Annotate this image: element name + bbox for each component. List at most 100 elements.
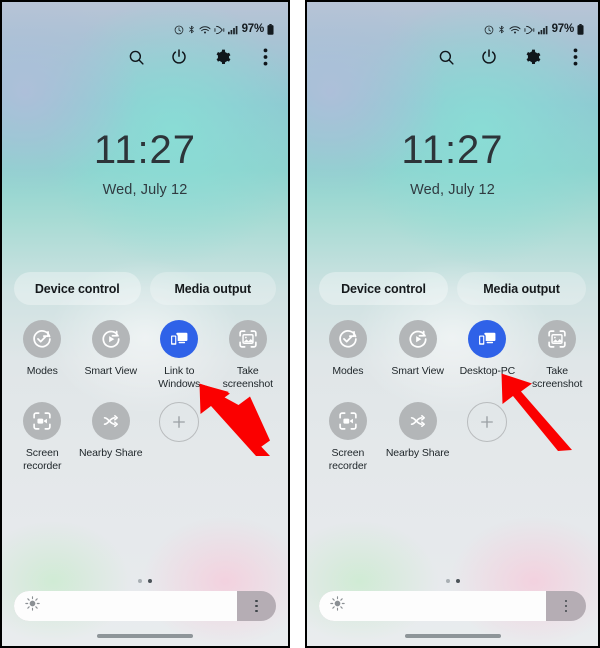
tile-label: Screen recorder — [328, 447, 368, 472]
tile-nearby-share[interactable]: Nearby Share — [383, 402, 453, 472]
clock-time: 11:27 — [401, 128, 504, 172]
gear-icon[interactable] — [519, 44, 545, 70]
phone-panel-right: 97% 11:27 Wed, July 12 Device control Me… — [305, 0, 600, 648]
media-output-button[interactable]: Media output — [149, 272, 276, 305]
vibrate-icon — [524, 25, 535, 35]
gesture-handle[interactable] — [307, 634, 598, 638]
tile-nearby-share[interactable]: Nearby Share — [77, 402, 146, 472]
alarm-icon — [484, 25, 494, 35]
add-icon — [467, 402, 508, 442]
tile-label: Modes — [332, 365, 364, 377]
clock-widget: 11:27 Wed, July 12 — [2, 130, 288, 198]
tile-take-screenshot[interactable]: Take screenshot — [522, 320, 592, 390]
gear-icon[interactable] — [209, 44, 235, 70]
brightness-fill — [319, 591, 546, 621]
alarm-icon — [174, 25, 184, 35]
tile-row-2: Screen recorder Nearby Share — [8, 402, 282, 472]
search-icon[interactable] — [123, 44, 149, 70]
clock-date: Wed, July 12 — [410, 182, 495, 198]
brightness-menu-button[interactable] — [237, 591, 276, 621]
tile-link-to-windows[interactable]: Link to Windows — [145, 320, 214, 390]
brightness-fill — [14, 591, 237, 621]
tile-row-1: Modes Smart View Link to Windows Take sc… — [8, 320, 282, 390]
page-dot-2[interactable] — [455, 579, 460, 583]
search-icon[interactable] — [433, 44, 459, 70]
vibrate-icon — [214, 25, 225, 35]
header-actions — [433, 44, 588, 70]
nearby-share-icon — [398, 402, 437, 440]
clock-date: Wed, July 12 — [102, 182, 188, 198]
bluetooth-icon — [497, 24, 506, 35]
more-options-icon[interactable] — [252, 44, 278, 70]
modes-icon — [328, 320, 367, 358]
brightness-slider[interactable] — [14, 591, 276, 621]
screenshot-stage: 97% 11:27 Wed, July 12 Device control Me… — [0, 0, 600, 648]
tile-empty-slot — [214, 402, 283, 472]
battery-percent-label: 97% — [551, 23, 575, 35]
page-dot-1[interactable] — [445, 579, 450, 583]
page-indicator — [307, 579, 598, 583]
smart-view-icon — [91, 320, 130, 358]
brightness-icon — [329, 595, 346, 617]
signal-bars-icon — [227, 25, 238, 35]
screen-recorder-icon — [328, 402, 367, 440]
clock-time: 11:27 — [93, 128, 197, 172]
wifi-calling-icon — [199, 25, 211, 35]
tile-smart-view[interactable]: Smart View — [77, 320, 146, 390]
brightness-menu-button[interactable] — [546, 591, 586, 621]
status-bar: 97% — [484, 23, 584, 36]
clock-widget: 11:27 Wed, July 12 — [307, 130, 598, 198]
device-control-button[interactable]: Device control — [14, 272, 141, 305]
battery-percent-label: 97% — [241, 23, 265, 35]
tile-label: Take screenshot — [222, 365, 273, 390]
tile-smart-view[interactable]: Smart View — [383, 320, 453, 390]
page-indicator — [2, 579, 288, 583]
tile-screen-recorder[interactable]: Screen recorder — [313, 402, 383, 472]
tile-label: Nearby Share — [385, 447, 450, 459]
tile-row-2: Screen recorder Nearby Share — [313, 402, 592, 472]
media-output-button[interactable]: Media output — [457, 272, 586, 305]
power-icon[interactable] — [476, 44, 502, 70]
more-options-icon — [564, 599, 568, 613]
tile-modes[interactable]: Modes — [313, 320, 383, 390]
bluetooth-icon — [187, 24, 196, 35]
tile-screen-recorder[interactable]: Screen recorder — [8, 402, 77, 472]
brightness-icon — [24, 595, 41, 617]
power-icon[interactable] — [166, 44, 192, 70]
nearby-share-icon — [91, 402, 130, 440]
screen-recorder-icon — [23, 402, 62, 440]
smart-view-icon — [398, 320, 437, 358]
tile-add-button[interactable] — [145, 402, 214, 472]
battery-icon — [577, 24, 584, 35]
gesture-handle[interactable] — [2, 634, 288, 638]
link-to-windows-icon — [160, 320, 199, 358]
device-control-button[interactable]: Device control — [319, 272, 448, 305]
page-dot-2[interactable] — [148, 579, 152, 583]
add-icon — [159, 402, 200, 442]
quick-settings-tiles: Modes Smart View Link to Windows Take sc… — [8, 320, 282, 472]
tile-row-1: Modes Smart View Desktop-PC Take screens… — [313, 320, 592, 390]
brightness-slider[interactable] — [319, 591, 586, 621]
tile-take-screenshot[interactable]: Take screenshot — [214, 320, 283, 390]
take-screenshot-icon — [228, 320, 267, 358]
battery-icon — [267, 24, 274, 35]
modes-icon — [23, 320, 62, 358]
more-options-icon[interactable] — [562, 44, 588, 70]
tile-desktop-pc[interactable]: Desktop-PC — [453, 320, 523, 390]
tile-empty-slot — [522, 402, 592, 472]
wifi-calling-icon — [509, 25, 521, 35]
tile-label: Smart View — [391, 365, 444, 377]
quick-action-pills: Device control Media output — [319, 272, 586, 305]
quick-settings-tiles: Modes Smart View Desktop-PC Take screens… — [313, 320, 592, 472]
more-options-icon — [255, 599, 258, 613]
tile-modes[interactable]: Modes — [8, 320, 77, 390]
page-dot-1[interactable] — [138, 579, 142, 583]
tile-label: Take screenshot — [531, 365, 583, 390]
header-actions — [123, 44, 278, 70]
status-bar: 97% — [174, 23, 274, 36]
quick-action-pills: Device control Media output — [14, 272, 276, 305]
phone-panel-left: 97% 11:27 Wed, July 12 Device control Me… — [0, 0, 290, 648]
link-to-windows-icon — [468, 320, 507, 358]
tile-add-button[interactable] — [453, 402, 523, 472]
tile-label: Link to Windows — [158, 365, 201, 390]
